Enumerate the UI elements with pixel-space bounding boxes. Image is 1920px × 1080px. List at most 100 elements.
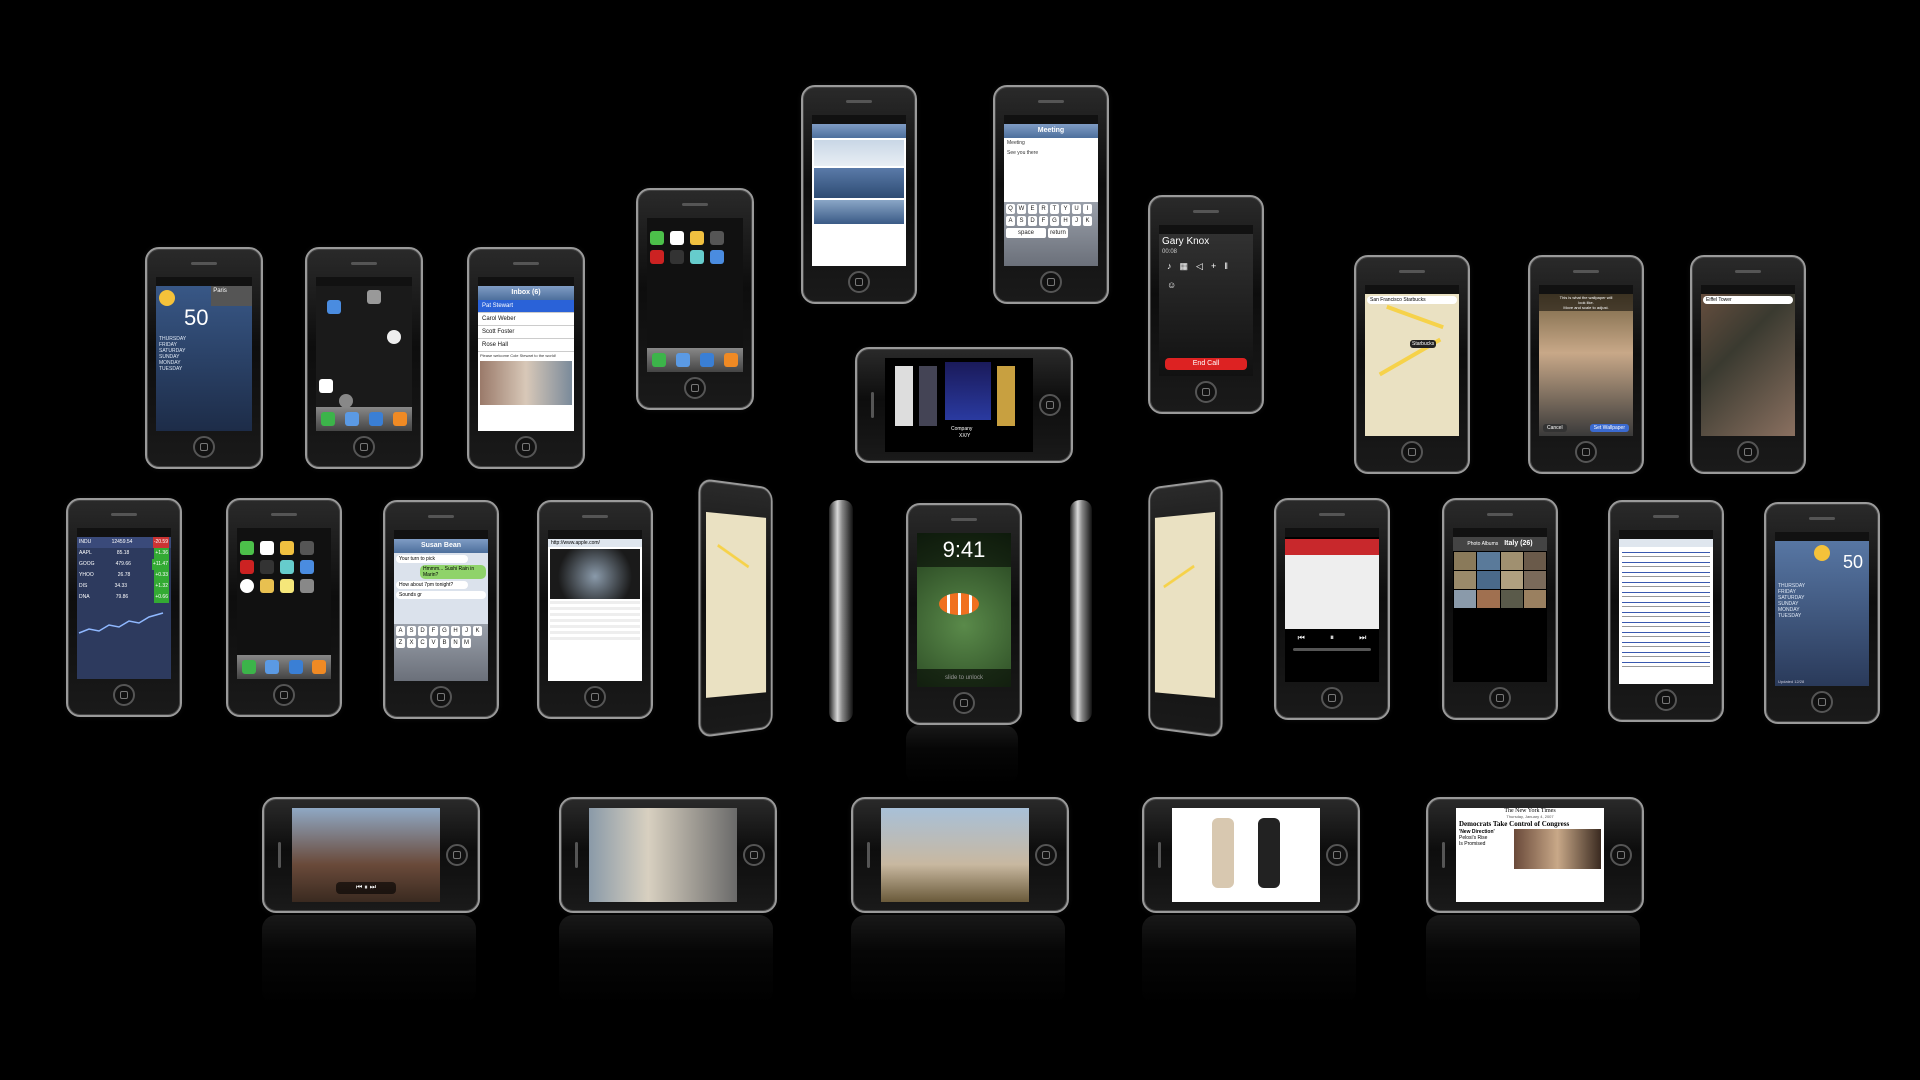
key[interactable]: V (429, 638, 438, 649)
ipod-icon[interactable] (724, 353, 738, 367)
phone-icon[interactable] (321, 412, 335, 426)
photo-thumb[interactable] (1500, 552, 1523, 570)
key[interactable]: S (407, 626, 416, 637)
next-icon[interactable]: ⏭ (1359, 633, 1366, 643)
calendar-icon[interactable] (670, 231, 684, 245)
home-button[interactable] (1401, 441, 1423, 463)
photo-thumb[interactable] (1454, 552, 1477, 570)
home-button[interactable] (1040, 271, 1062, 293)
sms-icon[interactable] (650, 231, 664, 245)
volume-slider[interactable] (1293, 648, 1371, 651)
wallpaper-cancel-button[interactable]: Cancel (1543, 424, 1567, 432)
safari-icon[interactable] (288, 660, 303, 674)
stock-row[interactable]: AAPL 85.18 +1.36 (77, 548, 171, 559)
weather-icon[interactable] (300, 560, 314, 574)
pause-icon[interactable]: ⏸ (1330, 633, 1334, 643)
key[interactable]: K (1083, 215, 1092, 226)
home-button[interactable] (1321, 687, 1343, 709)
key[interactable]: U (1072, 203, 1081, 214)
unlock-slider[interactable]: slide to unlock (917, 669, 1011, 687)
notes-icon[interactable] (280, 579, 294, 593)
photos-icon[interactable] (690, 231, 704, 245)
compose-subject[interactable]: Meeting (1007, 140, 1095, 146)
add-call-icon[interactable]: + (1211, 261, 1216, 272)
mail-row[interactable]: Scott Foster (478, 326, 574, 339)
photo-thumb[interactable] (1500, 571, 1523, 589)
key[interactable]: Z (396, 638, 405, 649)
mail-row[interactable]: Carol Weber (478, 313, 574, 326)
home-button[interactable] (515, 436, 537, 458)
key[interactable]: S (1017, 215, 1026, 226)
mail-icon[interactable] (676, 353, 690, 367)
key[interactable]: M (462, 638, 471, 649)
nyt-headline[interactable]: Democrats Take Control of Congress (1456, 819, 1604, 829)
home-button[interactable] (848, 271, 870, 293)
stocks-icon[interactable] (260, 560, 274, 574)
calendar-icon[interactable] (260, 541, 274, 555)
key[interactable]: R (1039, 203, 1048, 214)
stock-row[interactable]: DNA 79.86 +0.66 (77, 592, 171, 603)
photos-icon[interactable] (280, 541, 294, 555)
key[interactable]: I (1083, 203, 1092, 214)
notes-icon[interactable] (319, 379, 333, 393)
mail-row[interactable]: Pat Stewart (478, 300, 574, 313)
maps-search-bar[interactable]: Eiffel Tower (1703, 296, 1793, 304)
key[interactable]: B (440, 638, 449, 649)
key[interactable]: Y (1061, 203, 1070, 214)
stock-row[interactable]: INDU 12459.54 -20.59 (77, 537, 171, 548)
home-button[interactable] (684, 377, 706, 399)
mail-icon[interactable] (345, 412, 359, 426)
photo-thumb[interactable] (1523, 571, 1546, 589)
photo-thumb[interactable] (1523, 552, 1546, 570)
photo-thumb[interactable] (1454, 571, 1477, 589)
mail-row[interactable]: Rose Hall (478, 339, 574, 352)
key[interactable]: F (429, 626, 438, 637)
key[interactable]: K (473, 626, 482, 637)
home-button[interactable] (1489, 687, 1511, 709)
photo-thumb[interactable] (1454, 590, 1477, 608)
camera-icon[interactable] (710, 231, 724, 245)
camera-icon[interactable] (300, 541, 314, 555)
mail-icon[interactable] (265, 660, 280, 674)
sms-input[interactable]: Sounds gr (396, 591, 486, 599)
key[interactable]: D (418, 626, 427, 637)
home-button[interactable] (1575, 441, 1597, 463)
map-pin-label[interactable]: Starbucks (1410, 340, 1437, 348)
mute-icon[interactable]: ♪ (1167, 261, 1172, 272)
clock-icon[interactable] (387, 330, 401, 344)
home-button[interactable] (1610, 844, 1632, 866)
previous-icon[interactable]: ⏮ (1298, 633, 1305, 643)
pause-icon[interactable]: ⏸ (364, 884, 368, 891)
home-button[interactable] (1655, 689, 1677, 711)
photo-thumb[interactable] (1500, 590, 1523, 608)
weather-icon[interactable] (710, 250, 724, 264)
home-button[interactable] (193, 436, 215, 458)
home-button[interactable] (953, 692, 975, 714)
key[interactable]: G (1050, 215, 1059, 226)
speaker-icon[interactable]: ◁ (1196, 261, 1203, 272)
key[interactable]: E (1028, 203, 1037, 214)
phone-icon[interactable] (652, 353, 666, 367)
keypad-icon[interactable]: ▦ (1180, 261, 1189, 272)
key[interactable]: X (407, 638, 416, 649)
key[interactable]: T (1050, 203, 1059, 214)
end-call-button[interactable]: End Call (1165, 358, 1247, 370)
key[interactable]: J (1072, 215, 1081, 226)
home-button[interactable] (1811, 691, 1833, 713)
maps-icon[interactable] (690, 250, 704, 264)
clock-icon[interactable] (240, 579, 254, 593)
photo-thumb[interactable] (814, 200, 904, 224)
key[interactable]: A (396, 626, 405, 637)
wallpaper-set-button[interactable]: Set Wallpaper (1589, 424, 1629, 432)
safari-url-bar[interactable]: http://www.apple.com/ (548, 539, 642, 547)
compose-body[interactable]: See you there (1007, 150, 1095, 156)
space-key[interactable]: space (1006, 227, 1046, 238)
key[interactable]: C (418, 638, 427, 649)
ipod-icon[interactable] (393, 412, 407, 426)
safari-icon[interactable] (700, 353, 714, 367)
photo-thumb[interactable] (1477, 590, 1500, 608)
home-button[interactable] (1737, 441, 1759, 463)
photo-thumb[interactable] (814, 140, 904, 166)
key[interactable]: G (440, 626, 449, 637)
home-button[interactable] (1326, 844, 1348, 866)
